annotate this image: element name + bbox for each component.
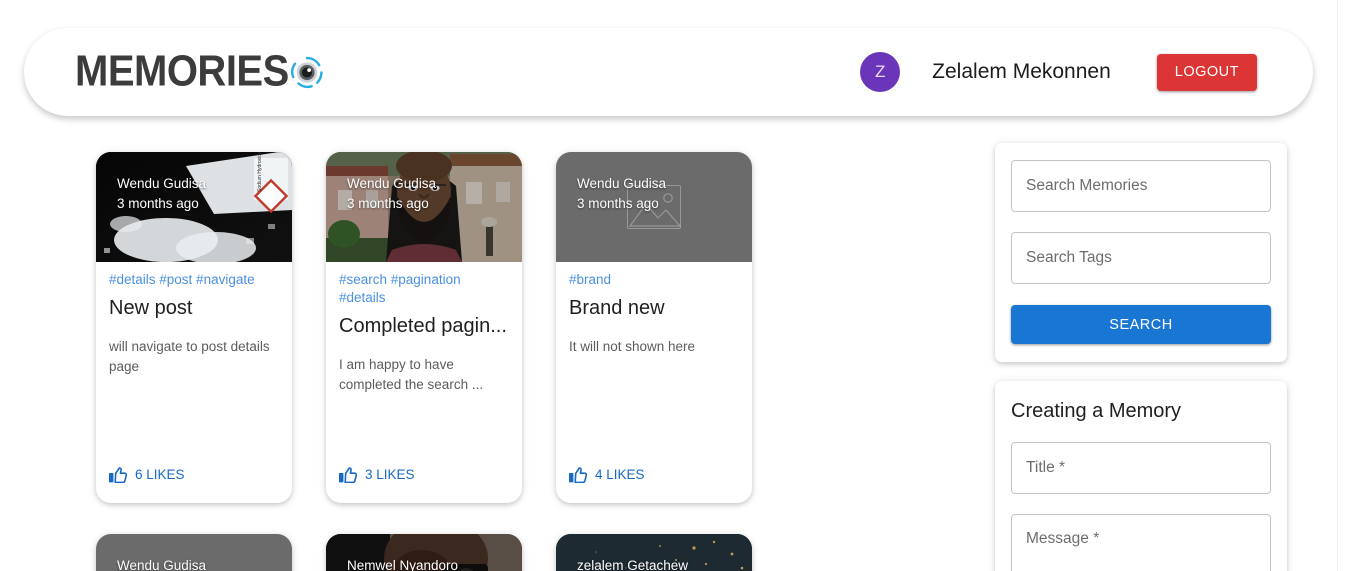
- post-author: Wendu Gudisa: [347, 176, 437, 191]
- message-input[interactable]: [1011, 514, 1271, 571]
- sidebar: SEARCH Creating a Memory: [995, 143, 1287, 571]
- post-image[interactable]: Wendu Gudisa: [96, 534, 292, 571]
- create-memory-panel: Creating a Memory: [995, 381, 1287, 571]
- post-meta: Wendu Gudisa 3 months ago: [347, 174, 436, 214]
- search-tags-input[interactable]: [1011, 232, 1271, 284]
- user-name: Zelalem Mekonnen: [932, 60, 1111, 83]
- post-card[interactable]: Wendu Gudisa 3 months ago #brand Brand n…: [556, 152, 752, 503]
- post-title: Brand new: [569, 297, 665, 319]
- post-actions: 3 LIKES: [326, 466, 522, 503]
- post-tags[interactable]: #brand: [556, 262, 752, 289]
- post-time: 3 months ago: [577, 196, 659, 211]
- post-card[interactable]: Sodium Hydroxide Wendu Gudisa 3 months a…: [96, 152, 292, 503]
- thumb-up-icon: [569, 466, 588, 483]
- post-message: I am happy to have completed the search …: [339, 357, 484, 392]
- post-actions: 6 LIKES: [96, 466, 292, 503]
- post-card[interactable]: zelalem Getachew: [556, 534, 752, 571]
- post-time: 3 months ago: [347, 196, 429, 211]
- post-card[interactable]: Wendu Gudisa 3 months ago #search #pagin…: [326, 152, 522, 503]
- search-memories-input[interactable]: [1011, 160, 1271, 212]
- search-button[interactable]: SEARCH: [1011, 305, 1271, 344]
- post-image[interactable]: Wendu Gudisa 3 months ago: [556, 152, 752, 262]
- like-button[interactable]: 4 LIKES: [569, 466, 645, 483]
- user-area: Z Zelalem Mekonnen LOGOUT: [860, 52, 1257, 92]
- app-header: MEMORIES Z Zelalem Mekonnen LOGOUT: [24, 28, 1313, 116]
- post-author: zelalem Getachew: [577, 558, 689, 571]
- thumb-up-icon: [339, 466, 358, 483]
- post-time: 3 months ago: [117, 196, 199, 211]
- post-title: New post: [109, 297, 193, 319]
- like-count-label: 4 LIKES: [595, 467, 645, 482]
- logout-button[interactable]: LOGOUT: [1156, 53, 1257, 91]
- page-scrollbar[interactable]: [1337, 0, 1345, 571]
- post-author: Wendu Gudisa: [577, 176, 667, 191]
- like-button[interactable]: 6 LIKES: [109, 466, 185, 483]
- post-meta: Wendu Gudisa: [117, 556, 206, 571]
- post-title: Completed pagin...: [339, 315, 507, 337]
- avatar: Z: [860, 52, 901, 92]
- panel-title: Creating a Memory: [1011, 400, 1182, 422]
- camera-lens-icon: [290, 55, 324, 89]
- post-meta: Wendu Gudisa 3 months ago: [117, 174, 206, 214]
- title-input[interactable]: [1011, 442, 1271, 494]
- posts-row: Sodium Hydroxide Wendu Gudisa 3 months a…: [96, 152, 768, 503]
- posts-grid: Sodium Hydroxide Wendu Gudisa 3 months a…: [96, 152, 768, 571]
- thumb-up-icon: [109, 466, 128, 483]
- like-count-label: 6 LIKES: [135, 467, 185, 482]
- post-image[interactable]: Wendu Gudisa 3 months ago: [326, 152, 522, 262]
- post-meta: Nemwel Nyandoro: [347, 556, 458, 571]
- post-tags[interactable]: #search #pagination #details: [326, 262, 522, 307]
- app-root: MEMORIES Z Zelalem Mekonnen LOGOUT Sodiu…: [0, 0, 1345, 571]
- post-author: Wendu Gudisa: [117, 558, 207, 571]
- post-actions: 4 LIKES: [556, 466, 752, 503]
- post-image[interactable]: zelalem Getachew: [556, 534, 752, 571]
- posts-row: Wendu Gudisa Nemwel Nyandoro zelalem Get…: [96, 534, 768, 571]
- post-author: Nemwel Nyandoro: [347, 558, 459, 571]
- post-message: It will not shown here: [569, 339, 696, 354]
- post-author: Wendu Gudisa: [117, 176, 207, 191]
- post-image[interactable]: Nemwel Nyandoro: [326, 534, 522, 571]
- post-card[interactable]: Nemwel Nyandoro: [326, 534, 522, 571]
- brand-logo[interactable]: MEMORIES: [75, 47, 324, 96]
- post-tags[interactable]: #details #post #navigate: [96, 262, 292, 289]
- like-count-label: 3 LIKES: [365, 467, 415, 482]
- like-button[interactable]: 3 LIKES: [339, 466, 415, 483]
- post-image[interactable]: Sodium Hydroxide Wendu Gudisa 3 months a…: [96, 152, 292, 262]
- post-meta: zelalem Getachew: [577, 556, 688, 571]
- brand-name: MEMORIES: [75, 47, 289, 96]
- post-card[interactable]: Wendu Gudisa: [96, 534, 292, 571]
- search-panel: SEARCH: [995, 143, 1287, 362]
- post-message: will navigate to post details page: [109, 339, 270, 374]
- post-meta: Wendu Gudisa 3 months ago: [577, 174, 666, 214]
